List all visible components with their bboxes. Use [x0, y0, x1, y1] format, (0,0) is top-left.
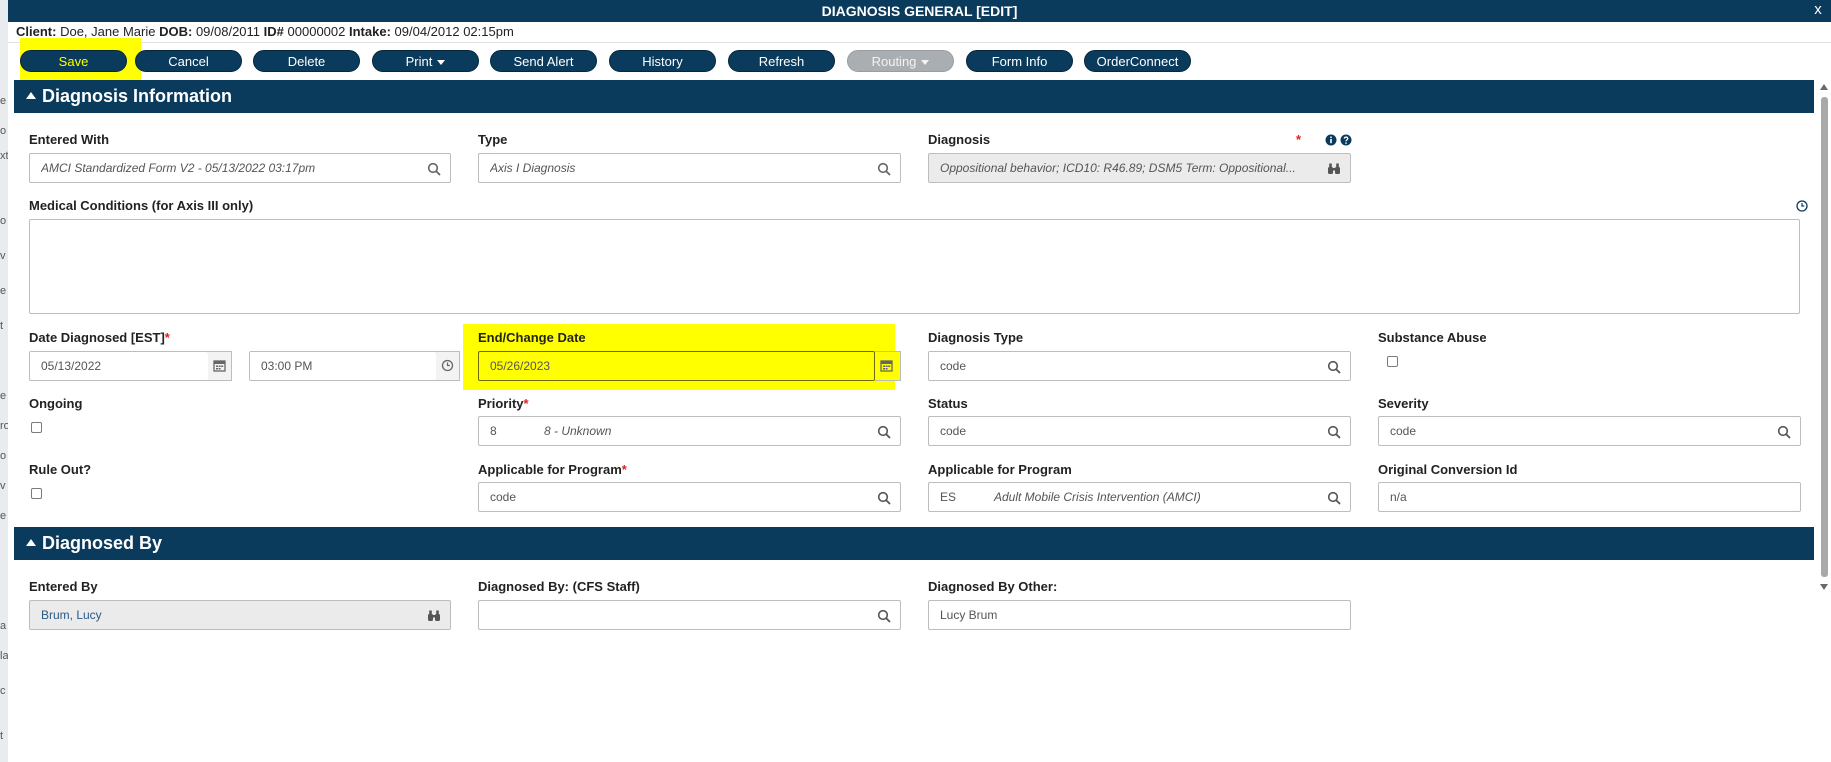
history-button[interactable]: History: [609, 50, 716, 72]
calendar-button[interactable]: [875, 351, 901, 381]
form-info-button[interactable]: Form Info: [966, 50, 1073, 72]
date-diagnosed-field[interactable]: 05/13/2022: [29, 351, 209, 381]
entered-by-field[interactable]: Brum, Lucy: [29, 600, 451, 630]
calendar-button[interactable]: [208, 351, 232, 381]
help-icon[interactable]: [1340, 134, 1352, 146]
diagnosed-by-other-field[interactable]: Lucy Brum: [928, 600, 1351, 630]
diagnosis-field[interactable]: Oppositional behavior; ICD10: R46.89; DS…: [928, 153, 1351, 183]
date-diagnosed-label: Date Diagnosed [EST]*: [29, 330, 170, 345]
diagnosed-by-staff-field[interactable]: [478, 600, 901, 630]
scroll-down-arrow[interactable]: [1820, 584, 1828, 590]
entered-with-field[interactable]: AMCI Standardized Form V2 - 05/13/2022 0…: [29, 153, 451, 183]
end-change-date-label: End/Change Date: [478, 330, 586, 345]
search-icon[interactable]: [877, 491, 891, 505]
entered-with-label: Entered With: [29, 132, 110, 147]
search-icon[interactable]: [877, 425, 891, 439]
info-icon[interactable]: [1325, 134, 1337, 146]
caret-down-icon: [437, 60, 446, 66]
calendar-icon: [880, 360, 893, 372]
severity-field[interactable]: code: [1378, 416, 1801, 446]
applicable-program-field[interactable]: ES Adult Mobile Crisis Intervention (AMCI…: [928, 482, 1351, 512]
collapse-icon: [26, 91, 36, 99]
collapse-icon: [26, 538, 36, 546]
scrollbar-thumb[interactable]: [1821, 97, 1828, 577]
applicable-program-required-label: Applicable for Program*: [478, 462, 627, 477]
diagnosis-label: Diagnosis: [928, 132, 991, 147]
search-icon[interactable]: [1777, 425, 1791, 439]
type-field[interactable]: Axis I Diagnosis: [478, 153, 901, 183]
ongoing-checkbox[interactable]: [31, 422, 42, 433]
severity-label: Severity: [1378, 396, 1429, 411]
status-field[interactable]: code: [928, 416, 1351, 446]
section-diagnosis-information[interactable]: Diagnosis Information: [14, 80, 1814, 113]
close-icon[interactable]: x: [1811, 0, 1825, 22]
search-icon[interactable]: [427, 162, 441, 176]
delete-button[interactable]: Delete: [253, 50, 360, 72]
substance-abuse-label: Substance Abuse: [1378, 330, 1487, 345]
client-name: Doe, Jane Marie: [60, 24, 156, 39]
applicable-program-label: Applicable for Program: [928, 462, 1072, 477]
refresh-button[interactable]: Refresh: [728, 50, 835, 72]
routing-button[interactable]: Routing: [847, 50, 954, 72]
original-conversion-id-label: Original Conversion Id: [1378, 462, 1518, 477]
search-icon[interactable]: [877, 162, 891, 176]
binoculars-icon[interactable]: [1327, 162, 1341, 176]
search-icon[interactable]: [1327, 360, 1341, 374]
substance-abuse-checkbox[interactable]: [1387, 356, 1398, 367]
binoculars-icon[interactable]: [427, 609, 441, 623]
time-picker-button[interactable]: [436, 351, 460, 381]
end-change-date-field[interactable]: 05/26/2023: [478, 351, 875, 381]
cancel-button[interactable]: Cancel: [135, 50, 242, 72]
caret-down-icon: [921, 60, 930, 66]
rule-out-label: Rule Out?: [29, 462, 92, 477]
applicable-program-required-field[interactable]: code: [478, 482, 901, 512]
calendar-icon: [213, 360, 226, 372]
print-button[interactable]: Print: [372, 50, 479, 72]
save-button[interactable]: Save: [20, 50, 127, 72]
clock-icon: [441, 359, 454, 372]
diagnosis-type-label: Diagnosis Type: [928, 330, 1024, 345]
search-icon[interactable]: [877, 609, 891, 623]
window-titlebar: DIAGNOSIS GENERAL [EDIT]: [8, 0, 1831, 22]
search-icon[interactable]: [1327, 491, 1341, 505]
window-title: DIAGNOSIS GENERAL [EDIT]: [821, 3, 1018, 19]
diagnosis-required-mark: *: [1296, 132, 1302, 147]
diagnosed-by-staff-label: Diagnosed By: (CFS Staff): [478, 579, 640, 594]
search-icon[interactable]: [1327, 425, 1341, 439]
ongoing-label: Ongoing: [29, 396, 83, 411]
diagnosis-type-field[interactable]: code: [928, 351, 1351, 381]
status-label: Status: [928, 396, 968, 411]
scroll-up-arrow[interactable]: [1820, 84, 1828, 90]
priority-field[interactable]: 88 - Unknown: [478, 416, 901, 446]
client-dob: 09/08/2011: [195, 24, 261, 39]
clock-icon[interactable]: [1796, 200, 1808, 212]
time-diagnosed-field[interactable]: 03:00 PM: [249, 351, 437, 381]
diagnosis-modal: DIAGNOSIS GENERAL [EDIT] x Client: Doe, …: [8, 0, 1831, 762]
original-conversion-id-field[interactable]: n/a: [1378, 482, 1801, 512]
medical-conditions-label: Medical Conditions (for Axis III only): [29, 198, 254, 213]
entered-by-label: Entered By: [29, 579, 98, 594]
client-id: 00000002: [287, 24, 346, 39]
send-alert-button[interactable]: Send Alert: [490, 50, 597, 72]
medical-conditions-textarea[interactable]: [29, 219, 1800, 314]
client-intake: 09/04/2012 02:15pm: [394, 24, 514, 39]
type-label: Type: [478, 132, 508, 147]
rule-out-checkbox[interactable]: [31, 488, 42, 499]
priority-label: Priority*: [478, 396, 529, 411]
order-connect-button[interactable]: OrderConnect: [1084, 50, 1191, 72]
section-diagnosed-by[interactable]: Diagnosed By: [14, 527, 1814, 560]
diagnosed-by-other-label: Diagnosed By Other:: [928, 579, 1058, 594]
